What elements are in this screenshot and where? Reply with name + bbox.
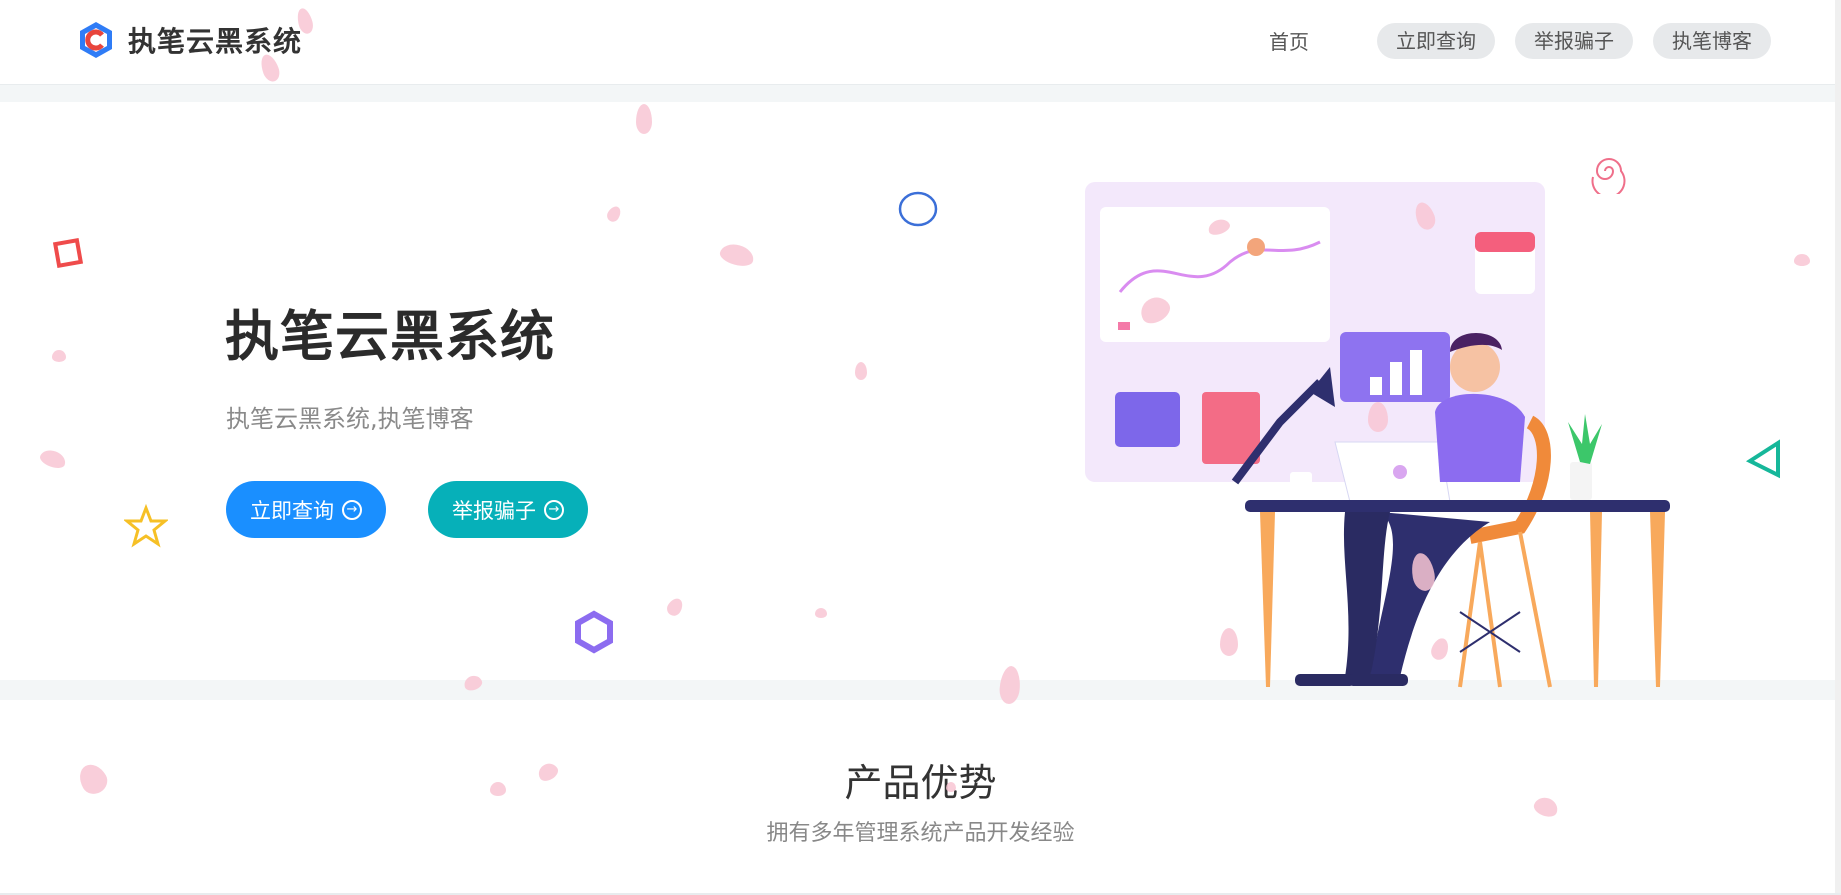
nav-query-button[interactable]: 立即查询: [1377, 22, 1495, 59]
circle-deco-icon: [898, 191, 938, 227]
hexagon-deco-icon: [575, 610, 613, 654]
hero-query-label: 立即查询: [250, 498, 334, 523]
arrow-right-circle-icon: →: [342, 499, 362, 520]
hero-report-label: 举报骗子: [452, 498, 536, 523]
advantages-title: 产品优势: [844, 761, 997, 805]
petal-decoration: [636, 104, 652, 134]
petal-decoration: [815, 608, 827, 618]
brand-logo-icon: [80, 22, 112, 58]
advantages-section: 产品优势 拥有多年管理系统产品开发经验: [0, 700, 1841, 895]
hero-query-button[interactable]: 立即查询 →: [226, 481, 386, 538]
hero-section: 执笔云黑系统 执笔云黑系统,执笔博客 立即查询 → 举报骗子 →: [0, 102, 1841, 688]
nav-blog-button[interactable]: 执笔博客: [1653, 22, 1771, 59]
workspace-illustration: [1085, 182, 1670, 688]
hero-subtitle: 执笔云黑系统,执笔博客: [226, 405, 474, 433]
petal-decoration: [855, 362, 867, 380]
hero-report-button[interactable]: 举报骗子 →: [428, 481, 588, 538]
hero-title: 执笔云黑系统: [225, 305, 555, 368]
petal-decoration: [52, 350, 66, 362]
page-scrollbar[interactable]: [1835, 0, 1841, 893]
petal-decoration: [490, 782, 506, 796]
petal-decoration: [1794, 254, 1810, 266]
nav-home-link[interactable]: 首页: [1251, 22, 1327, 59]
petal-decoration: [1368, 402, 1388, 432]
nav-report-button[interactable]: 举报骗子: [1515, 22, 1633, 59]
petal-decoration: [1220, 628, 1238, 656]
brand-name: 执笔云黑系统: [128, 25, 303, 58]
square-deco-icon: [52, 237, 84, 269]
main-nav: 首页 立即查询 举报骗子 执笔博客: [1251, 22, 1771, 59]
triangle-deco-icon: [1745, 439, 1780, 479]
petal-decoration: [946, 782, 956, 792]
arrow-right-circle-icon: →: [544, 499, 564, 520]
advantages-subtitle: 拥有多年管理系统产品开发经验: [766, 821, 1075, 846]
star-deco-icon: [124, 504, 168, 548]
